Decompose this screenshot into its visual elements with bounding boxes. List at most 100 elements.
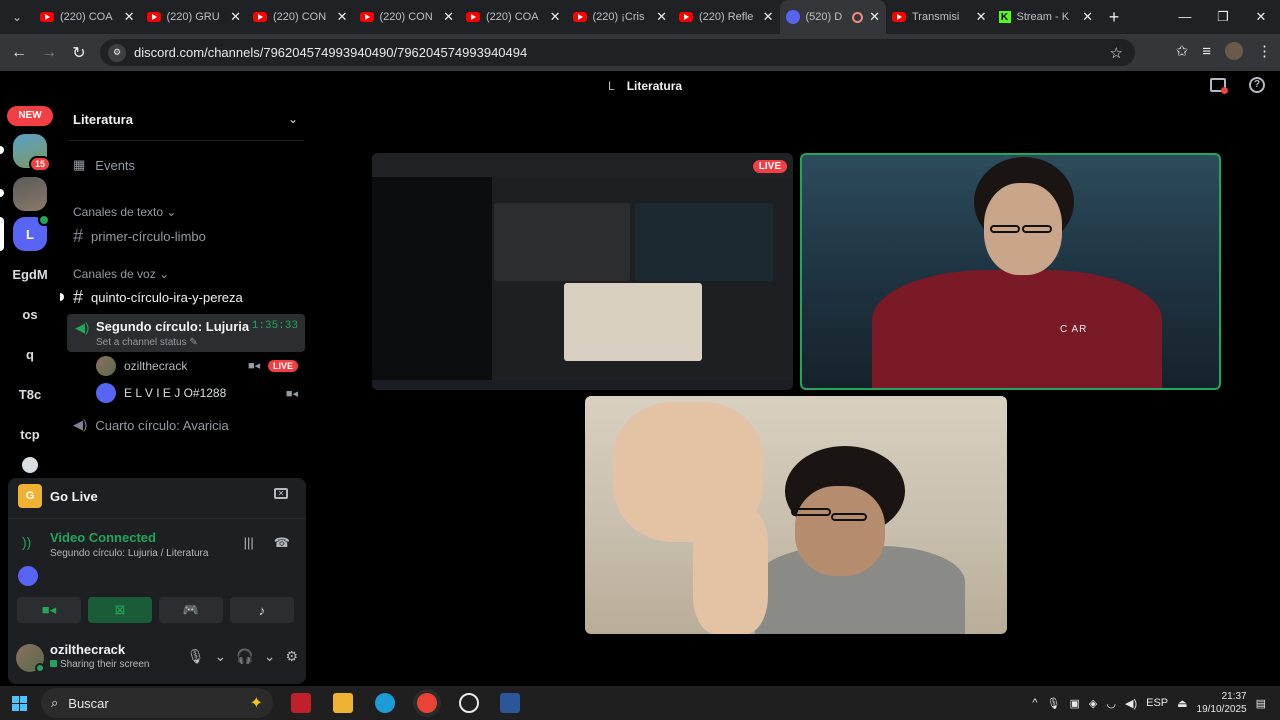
browser-tab[interactable]: (220) CON ✕ (247, 0, 354, 34)
activity-icon[interactable] (18, 566, 38, 586)
clock[interactable]: 21:37 19/10/2025 (1197, 690, 1247, 716)
bookmark-star-icon[interactable]: ☆ (1110, 44, 1123, 62)
browser-tab[interactable]: (220) CON ✕ (354, 0, 461, 34)
camera-tile-speaking[interactable]: C AR (800, 153, 1221, 390)
server-name[interactable]: Literatura (73, 112, 133, 127)
profile-avatar[interactable] (1225, 42, 1243, 60)
close-tab-icon[interactable]: ✕ (443, 9, 454, 25)
close-tab-icon[interactable]: ✕ (550, 9, 561, 25)
voice-status[interactable]: Video Connected (50, 530, 156, 545)
tray-icon[interactable]: ▣ (1070, 697, 1080, 710)
new-badge[interactable]: NEW (7, 106, 53, 126)
close-tab-icon[interactable]: ✕ (230, 9, 241, 25)
go-live-row[interactable]: G Go Live (18, 484, 98, 508)
channel-status[interactable]: Set a channel status ✎ (96, 337, 198, 348)
signal-icon[interactable]: )) (22, 534, 31, 550)
reload-icon[interactable]: ↻ (64, 43, 94, 63)
media-queue-icon[interactable]: ≡ (1202, 43, 1211, 60)
server-icon-tcp[interactable]: tcp (13, 417, 47, 451)
server-icon-os[interactable]: os (13, 297, 47, 331)
microphone-icon[interactable]: 🎙 (1047, 697, 1061, 710)
category-text-channels[interactable]: Canales de texto ⌄ (73, 205, 176, 219)
avatar (96, 383, 116, 403)
forward-icon[interactable]: → (34, 44, 64, 62)
camera-tile[interactable] (585, 396, 1007, 634)
events-item[interactable]: ▦ Events (73, 157, 135, 173)
server-icon-1[interactable]: 15 (13, 134, 51, 172)
server-icon-partial[interactable] (22, 457, 38, 473)
server-icon-q[interactable]: q (13, 337, 47, 371)
browser-tab[interactable]: (220) COA ✕ (34, 0, 141, 34)
file-explorer-icon[interactable] (333, 693, 353, 713)
camera-button[interactable]: ■◂ (17, 597, 81, 623)
chevron-down-icon[interactable]: ⌄ (215, 648, 227, 665)
voice-channel-item[interactable]: ◀) Cuarto círculo: Avaricia (73, 417, 229, 433)
close-tab-icon[interactable]: ✕ (656, 9, 667, 25)
restore-icon[interactable]: ❐ (1204, 9, 1242, 25)
address-bar[interactable]: ⚙ discord.com/channels/79620457499394049… (100, 39, 1135, 66)
app-icon-1[interactable] (291, 693, 311, 713)
browser-tab[interactable]: K Stream - K ✕ (993, 0, 1100, 34)
activities-button[interactable]: 🎮 (159, 597, 223, 623)
settings-gear-icon[interactable]: ⚙ (285, 648, 298, 665)
close-tab-icon[interactable]: ✕ (337, 9, 348, 25)
stop-stream-icon[interactable]: ✕ (274, 488, 288, 499)
help-icon[interactable]: ? (1249, 77, 1265, 93)
browser-tab[interactable]: (220) Refle ✕ (673, 0, 780, 34)
wifi-icon[interactable]: ◡ (1106, 697, 1116, 710)
microphone-icon[interactable]: 🎙 (187, 648, 205, 665)
chrome-icon[interactable] (417, 693, 437, 713)
language-indicator[interactable]: ESP (1146, 697, 1168, 709)
notifications-icon[interactable]: ▤ (1256, 697, 1266, 710)
person-shape (795, 486, 885, 576)
voice-member[interactable]: E L V I E J O#1288 ■◂ (96, 383, 298, 403)
close-tab-icon[interactable]: ✕ (1082, 9, 1093, 25)
text-channel-item[interactable]: # primer-círculo-limbo (73, 226, 206, 247)
close-tab-icon[interactable]: ✕ (976, 9, 987, 25)
soundboard-button[interactable]: ♪ (230, 597, 294, 623)
noise-suppression-icon[interactable]: ||| (244, 535, 254, 551)
share-screen-button[interactable]: ⊠ (88, 597, 152, 623)
taskbar-search[interactable]: ⌕ Buscar ✦ (41, 688, 273, 718)
chevron-up-icon[interactable]: ^ (1032, 697, 1037, 709)
tab-search-chevron-icon[interactable]: ⌄ (0, 0, 34, 34)
text-channel-unread[interactable]: # quinto-círculo-ira-y-pereza (73, 287, 243, 308)
eject-icon[interactable]: ⏏ (1177, 697, 1187, 710)
browser-tab[interactable]: (520) D ✕ (779, 0, 886, 34)
volume-icon[interactable]: ◀) (1125, 697, 1137, 710)
category-voice-channels[interactable]: Canales de voz ⌄ (73, 267, 169, 281)
browser-tab[interactable]: (220) GRU ✕ (141, 0, 248, 34)
chevron-down-icon[interactable]: ⌄ (264, 648, 276, 665)
browser-tab[interactable]: Transmisi ✕ (886, 0, 993, 34)
browser-tab[interactable]: (220) COA ✕ (460, 0, 567, 34)
extensions-icon[interactable]: ✩ (1176, 42, 1189, 60)
voice-detail[interactable]: Segundo círculo: Lujuria / Literatura (50, 548, 208, 559)
close-tab-icon[interactable]: ✕ (763, 9, 774, 25)
back-icon[interactable]: ← (4, 44, 34, 62)
close-tab-icon[interactable]: ✕ (124, 9, 135, 25)
screen-share-tile[interactable]: LIVE (372, 153, 793, 390)
headphones-icon[interactable]: 🎧 (236, 648, 253, 665)
browser-tab[interactable]: (220) ¡Cris ✕ (567, 0, 674, 34)
voice-member[interactable]: ozilthecrack LIVE (96, 356, 298, 376)
minimize-icon[interactable]: — (1166, 9, 1204, 25)
menu-icon[interactable]: ⋮ (1257, 42, 1272, 60)
server-icon-2[interactable] (13, 177, 47, 211)
site-info-icon[interactable]: ⚙ (108, 43, 126, 62)
edge-icon[interactable] (375, 693, 395, 713)
close-window-icon[interactable]: ✕ (1242, 9, 1280, 25)
active-voice-channel[interactable]: ◀) Segundo círculo: Lujuria 1:35:33 Set … (67, 314, 305, 352)
popout-icon[interactable] (1210, 78, 1228, 94)
server-icon-t8c[interactable]: T8c (13, 377, 47, 411)
windows-start-icon[interactable] (12, 696, 27, 711)
server-icon-egdm[interactable]: EgdM (12, 257, 47, 291)
word-icon[interactable] (500, 693, 520, 713)
user-name[interactable]: ozilthecrack (50, 642, 125, 657)
disconnect-icon[interactable]: ☎ (274, 535, 290, 551)
chevron-down-icon[interactable]: ⌄ (288, 112, 298, 126)
obs-icon[interactable] (459, 693, 479, 713)
new-tab-button[interactable]: + (1099, 7, 1129, 28)
close-tab-icon[interactable]: ✕ (869, 9, 880, 25)
server-icon-literatura[interactable]: L (13, 214, 50, 251)
shield-icon[interactable]: ◈ (1089, 697, 1097, 710)
